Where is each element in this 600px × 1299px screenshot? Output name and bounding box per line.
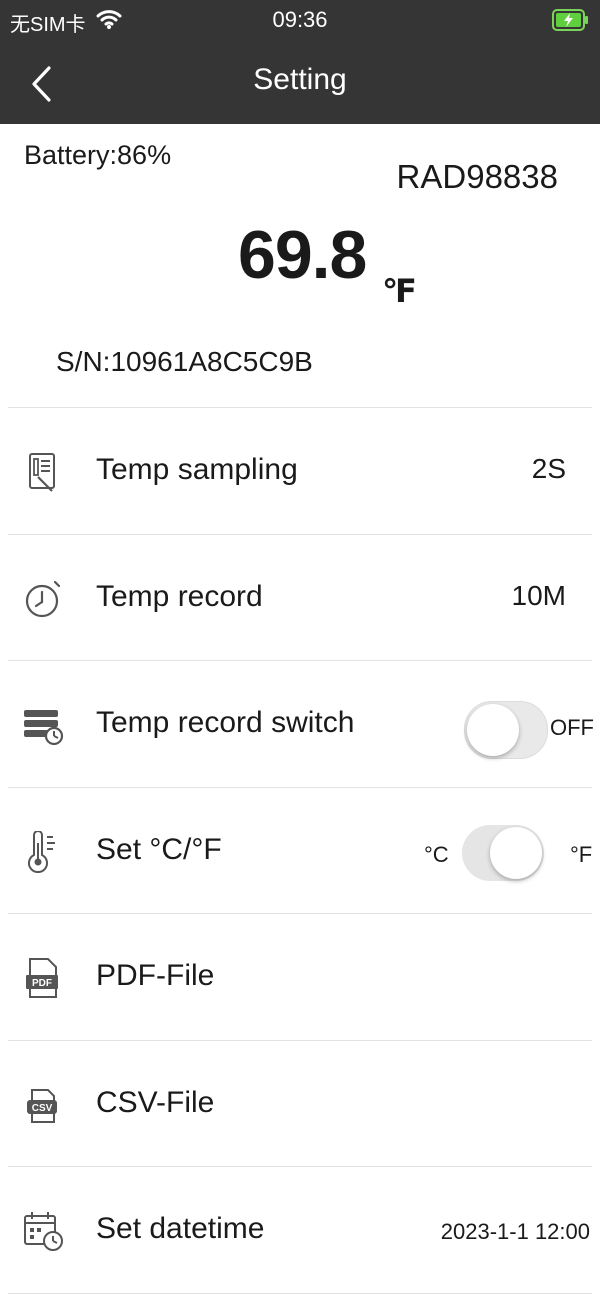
datetime-value: 2023-1-1 12:00	[440, 1219, 590, 1244]
svg-text:CSV: CSV	[32, 1103, 53, 1114]
toggle-knob	[467, 704, 519, 756]
celsius-option: °C	[424, 842, 449, 867]
csv-file-row[interactable]: CSV CSV-File	[0, 1041, 600, 1167]
toggle-state-label: OFF	[550, 715, 594, 740]
toggle-knob	[490, 827, 542, 879]
fahrenheit-option: °F	[570, 842, 593, 867]
storage-clock-icon	[24, 710, 64, 746]
set-datetime-row[interactable]: Set datetime 2023-1-1 12:00	[0, 1167, 600, 1293]
csv-file-icon: CSV	[27, 1089, 57, 1123]
pdf-file-row[interactable]: PDF PDF-File	[0, 914, 600, 1040]
device-name: RAD98838	[396, 158, 558, 195]
temp-record-row[interactable]: Temp record 10M	[0, 535, 600, 661]
temp-sampling-row[interactable]: Temp sampling 2S	[0, 408, 600, 534]
temp-record-label: Temp record	[96, 580, 263, 613]
stopwatch-icon	[25, 580, 61, 618]
temperature-value: 69.8	[238, 217, 367, 293]
status-time: 09:36	[272, 7, 328, 32]
temp-sampling-value: 2S	[531, 453, 566, 484]
set-datetime-label: Set datetime	[96, 1212, 265, 1245]
pdf-file-icon: PDF	[26, 958, 58, 998]
battery-level: Battery:86%	[24, 140, 172, 170]
calendar-clock-icon	[24, 1212, 63, 1251]
pdf-file-label: PDF-File	[96, 959, 215, 992]
thermometer-icon	[28, 831, 55, 873]
page-title: Setting	[253, 63, 347, 96]
battery-charging-icon	[552, 9, 588, 31]
temperature-unit: ℉	[382, 273, 417, 309]
serial-number: S/N:10961A8C5C9B	[56, 346, 313, 377]
temp-sampling-label: Temp sampling	[96, 453, 298, 486]
csv-file-label: CSV-File	[96, 1086, 215, 1119]
top-bar: 无SIM卡 09:36 Setting	[0, 0, 600, 124]
svg-text:PDF: PDF	[32, 978, 52, 989]
sampling-clipboard-icon	[29, 453, 55, 492]
temp-record-value: 10M	[511, 580, 566, 611]
temp-record-switch-label: Temp record switch	[96, 706, 355, 739]
set-unit-label: Set °C/°F	[96, 833, 222, 866]
unit-toggle[interactable]	[462, 825, 544, 881]
temp-record-switch-row: Temp record switch OFF	[0, 661, 600, 787]
temp-record-toggle[interactable]	[464, 701, 548, 759]
divider	[8, 1293, 592, 1294]
set-unit-row: Set °C/°F °C °F	[0, 788, 600, 914]
